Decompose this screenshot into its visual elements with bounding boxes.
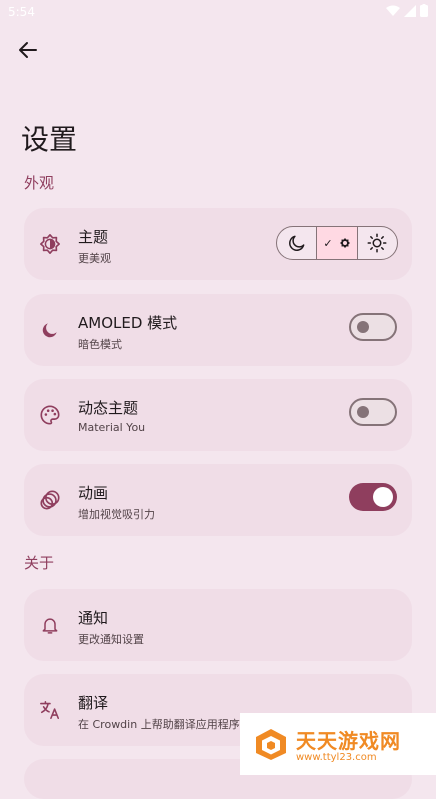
brightness-icon [38,232,62,256]
setting-amoled-title: AMOLED 模式 [78,314,178,332]
setting-amoled-subtitle: 暗色模式 [78,338,122,351]
translate-icon [38,698,62,722]
theme-selector: ✓ [276,226,398,260]
theme-auto-option[interactable]: ✓ [316,227,357,259]
setting-dynamic-theme[interactable]: 动态主题 Material You [24,379,412,451]
palette-icon [38,403,62,427]
toggle-knob [357,406,369,418]
wifi-icon [386,5,400,16]
toggle-knob [357,321,369,333]
arrow-back-icon [19,42,37,58]
watermark-text: 天天游戏网 [296,729,401,753]
amoled-toggle[interactable] [349,313,397,341]
setting-dynamic-theme-title: 动态主题 [78,399,139,417]
watermark: 天天游戏网 www.ttyl23.com [240,713,436,775]
status-time: 5:54 [8,5,35,19]
moon-icon [38,318,62,342]
section-header-appearance: 外观 [24,174,55,192]
setting-theme-subtitle: 更美观 [78,252,111,265]
page-title: 设置 [21,123,78,156]
setting-animation-subtitle: 增加视觉吸引力 [78,508,155,521]
setting-animation[interactable]: 动画 增加视觉吸引力 [24,464,412,536]
toggle-knob [373,487,393,507]
setting-theme-title: 主题 [78,228,109,246]
section-header-about: 关于 [24,554,55,572]
back-button[interactable] [14,36,42,64]
status-bar: 5:54 [0,0,436,24]
setting-amoled[interactable]: AMOLED 模式 暗色模式 [24,294,412,366]
animation-toggle[interactable] [349,483,397,511]
check-icon: ✓ [323,236,333,250]
setting-notifications-title: 通知 [78,609,109,627]
setting-translation-title: 翻译 [78,694,109,712]
theme-dark-option[interactable] [277,227,316,259]
setting-theme: 主题 更美观 ✓ [24,208,412,280]
signal-icon [404,4,416,17]
setting-translation-subtitle: 在 Crowdin 上帮助翻译应用程序 [78,718,240,731]
setting-animation-title: 动画 [78,484,109,502]
theme-light-option[interactable] [356,227,397,259]
watermark-logo-icon [256,729,286,760]
bell-icon [38,613,62,637]
sun-icon [367,233,387,253]
setting-dynamic-theme-subtitle: Material You [78,421,146,434]
status-icons [386,4,428,17]
animation-icon [38,488,62,512]
moon-icon [288,235,305,251]
auto-brightness-icon [339,238,350,248]
setting-notifications-subtitle: 更改通知设置 [78,633,144,646]
setting-notifications[interactable]: 通知 更改通知设置 [24,589,412,661]
battery-icon [420,4,428,17]
dynamic-theme-toggle[interactable] [349,398,397,426]
